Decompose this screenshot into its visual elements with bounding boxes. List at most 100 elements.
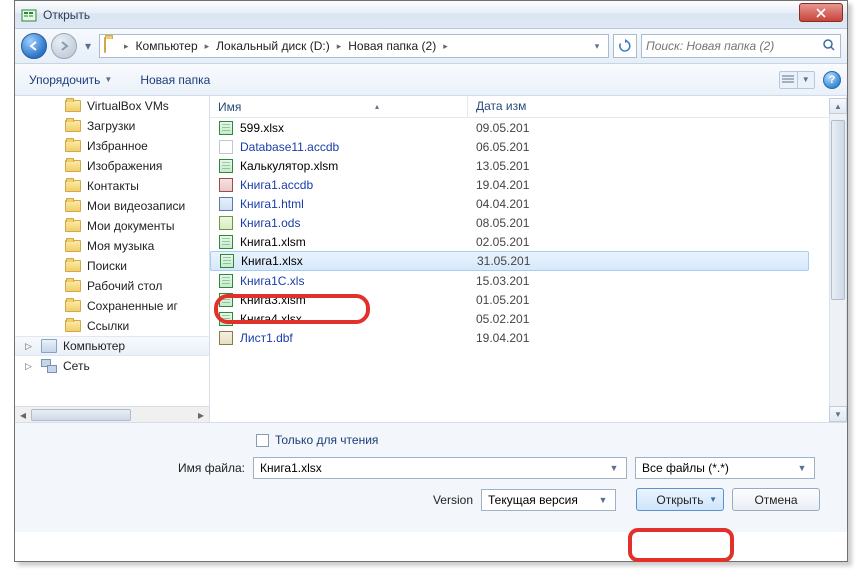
file-row[interactable]: Книга4.xlsx 05.02.201 [210,309,809,328]
view-mode-button[interactable]: ▼ [779,71,815,89]
breadcrumb-folder[interactable]: Новая папка (2) [343,35,441,57]
scroll-down-button[interactable]: ▼ [829,406,847,422]
sidebar-item[interactable]: Моя музыка [15,236,209,256]
file-row[interactable]: Лист1.dbf19.04.201 [210,328,809,347]
scroll-up-button[interactable]: ▲ [829,98,847,114]
breadcrumb-root[interactable]: Компьютер [131,35,203,57]
filter-value: Все файлы (*.*) [640,461,794,475]
breadcrumb[interactable]: ▸ Компьютер ▸ Локальный диск (D:) ▸ Нова… [99,34,609,58]
scroll-right-button[interactable]: ▸ [193,407,209,422]
new-folder-button[interactable]: Новая папка [134,69,216,91]
file-date: 08.05.201 [476,216,529,230]
filename-label: Имя файла: [31,461,253,475]
nav-row: ▾ ▸ Компьютер ▸ Локальный диск (D:) ▸ Но… [15,29,847,64]
file-name: Книга1.xlsx [241,254,471,268]
file-name: Книга4.xlsx [240,312,470,326]
vertical-scrollbar[interactable]: ▲ ▼ [829,98,847,422]
column-date[interactable]: Дата изм [468,96,847,117]
search-box[interactable] [641,34,841,58]
folder-icon [65,200,81,212]
folder-icon [65,240,81,252]
expand-arrow-icon: ▷ [25,341,32,352]
folder-icon [65,300,81,312]
sidebar-item[interactable]: Сохраненные иг [15,296,209,316]
file-type-icon [218,292,234,308]
sidebar-item[interactable]: Избранное [15,136,209,156]
file-row[interactable]: 599.xlsx09.05.201 [210,118,809,137]
file-date: 19.04.201 [476,178,529,192]
sidebar-scrollbar[interactable]: ◂ ▸ [15,406,209,422]
breadcrumb-drive[interactable]: Локальный диск (D:) [211,35,335,57]
file-filter-combobox[interactable]: Все файлы (*.*) ▼ [635,457,815,479]
sidebar-computer-label: Компьютер [63,339,125,353]
organize-button[interactable]: Упорядочить ▼ [23,69,118,91]
nav-history-dropdown[interactable]: ▾ [81,36,95,56]
file-date: 01.05.201 [476,293,529,307]
file-type-icon [218,273,234,289]
scrollbar-thumb[interactable] [31,409,131,421]
file-date: 09.05.201 [476,121,529,135]
file-type-icon [218,330,234,346]
file-row[interactable]: Database11.accdb06.05.201 [210,137,809,156]
dialog-footer: Только для чтения Имя файла: Книга1.xlsx… [15,422,847,532]
sidebar-item[interactable]: Изображения [15,156,209,176]
sidebar-item[interactable]: VirtualBox VMs [15,96,209,116]
file-date: 15.03.201 [476,274,529,288]
file-date: 19.04.201 [476,331,529,345]
sidebar-item[interactable]: Ссылки [15,316,209,336]
chevron-down-icon: ▼ [709,495,717,504]
column-name[interactable]: Имя ▴ [210,96,468,117]
version-combobox[interactable]: Текущая версия ▼ [481,489,616,511]
file-type-icon [218,158,234,174]
sidebar-item[interactable]: Поиски [15,256,209,276]
app-icon [21,7,37,23]
sidebar: VirtualBox VMsЗагрузки Избранное Изображен… [15,96,210,422]
refresh-button[interactable] [613,34,637,58]
scrollbar-thumb[interactable] [831,120,845,300]
file-type-icon [218,196,234,212]
folder-icon [65,120,81,132]
sidebar-computer[interactable]: ▷ Компьютер [15,336,209,356]
filename-combobox[interactable]: Книга1.xlsx ▼ [253,457,627,479]
folder-icon [65,140,81,152]
computer-icon [41,339,57,353]
sidebar-item-label: Мои видеозаписи [87,199,185,213]
folder-icon [65,100,81,112]
sidebar-item[interactable]: Загрузки [15,116,209,136]
file-type-icon [218,215,234,231]
sidebar-item[interactable]: Контакты [15,176,209,196]
version-value: Текущая версия [486,493,595,507]
scroll-left-button[interactable]: ◂ [15,407,31,422]
nav-forward-button[interactable] [51,33,77,59]
file-row[interactable]: Книга1.accdb19.04.201 [210,175,809,194]
search-input[interactable] [646,39,818,53]
sidebar-network[interactable]: ▷ Сеть [15,356,209,376]
sidebar-item[interactable]: Рабочий стол [15,276,209,296]
file-row[interactable]: Книга1.ods08.05.201 [210,213,809,232]
file-row[interactable]: Книга1.html04.04.201 [210,194,809,213]
sidebar-item-label: Избранное [87,139,148,153]
file-date: 05.02.201 [476,312,529,326]
toolbar: Упорядочить ▼ Новая папка ▼ ? [15,64,847,96]
open-button[interactable]: Открыть ▼ [636,488,724,511]
file-row[interactable]: Калькулятор.xlsm13.05.201 [210,156,809,175]
column-headers: Имя ▴ Дата изм [210,96,847,118]
file-name: Калькулятор.xlsm [240,159,470,173]
file-row[interactable]: Книга1C.xls15.03.201 [210,271,809,290]
breadcrumb-dropdown[interactable]: ▾ [588,41,606,52]
sidebar-item[interactable]: Мои видеозаписи [15,196,209,216]
help-button[interactable]: ? [823,71,841,89]
file-date: 06.05.201 [476,140,529,154]
file-type-icon [218,234,234,250]
nav-back-button[interactable] [21,33,47,59]
file-row[interactable]: Книга1.xlsm02.05.201 [210,232,809,251]
file-row[interactable]: Книга1.xlsx31.05.201 [210,251,809,271]
view-list-icon [780,72,797,88]
cancel-button[interactable]: Отмена [732,488,820,511]
sidebar-item[interactable]: Мои документы [15,216,209,236]
file-type-icon [218,139,234,155]
close-button[interactable] [799,3,843,22]
window-title: Открыть [43,8,90,22]
readonly-checkbox[interactable] [256,434,269,447]
file-row[interactable]: Книга3.xlsm01.05.201 [210,290,809,309]
